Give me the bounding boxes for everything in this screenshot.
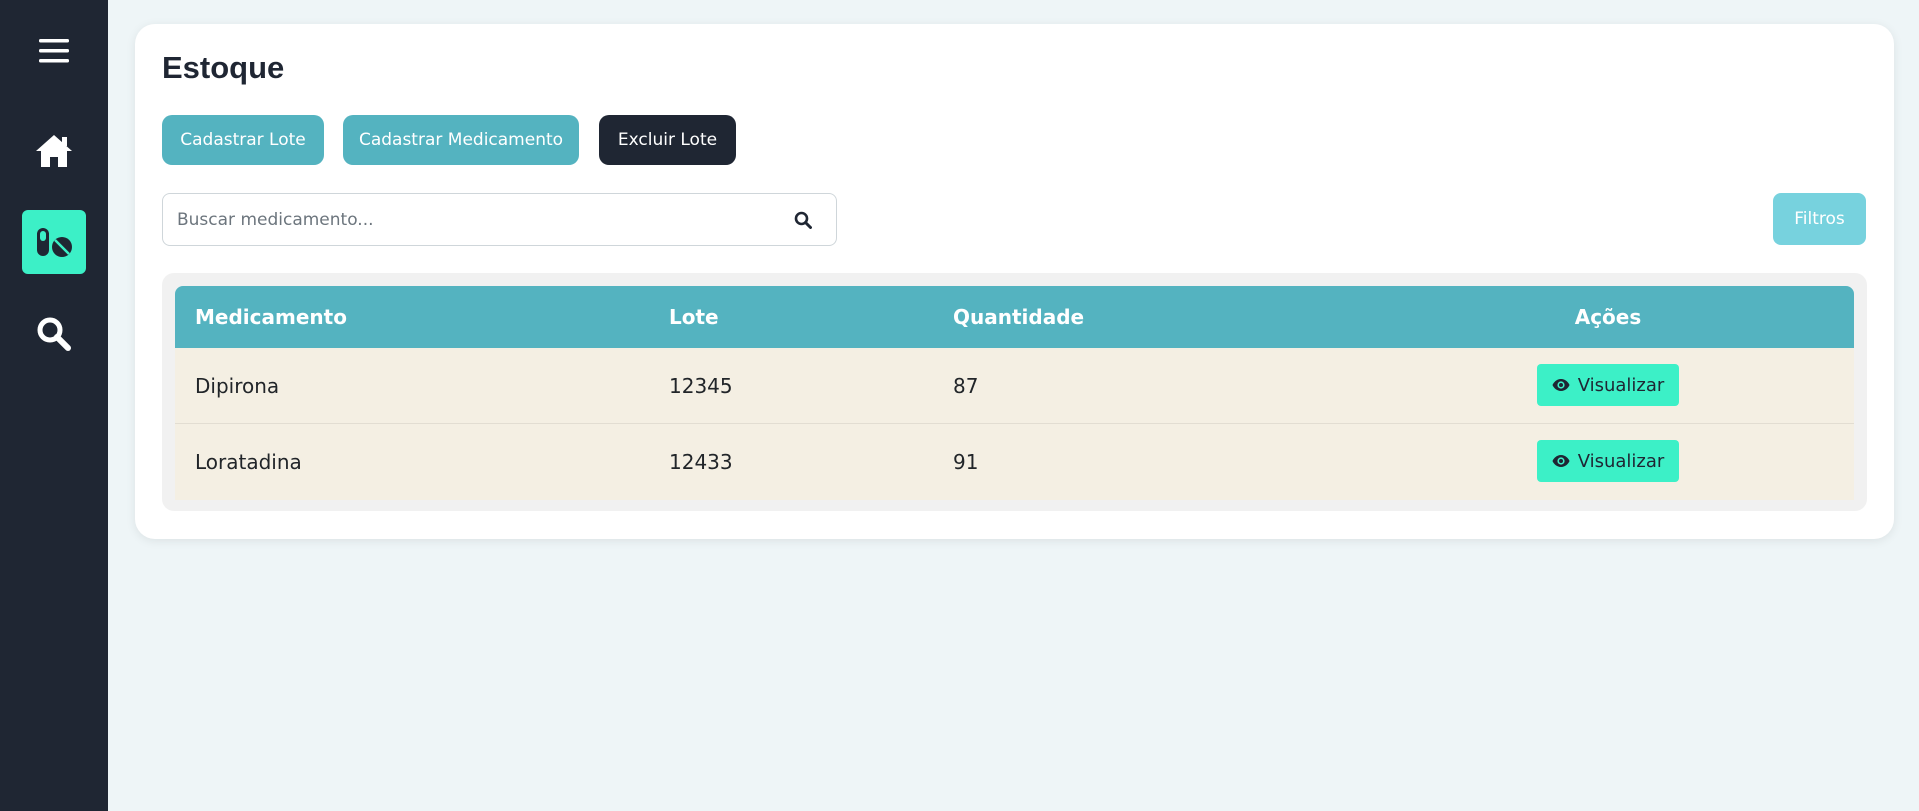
cell-lote: 12433 xyxy=(669,450,733,474)
cell-medicamento: Loratadina xyxy=(195,450,302,474)
home-icon xyxy=(36,135,72,167)
search-icon xyxy=(794,211,812,229)
column-header-acoes: Ações xyxy=(1574,305,1642,329)
cell-quantidade: 87 xyxy=(953,374,979,398)
cell-quantidade: 91 xyxy=(953,450,979,474)
filters-button[interactable]: Filtros xyxy=(1773,193,1866,245)
stock-card: Estoque Cadastrar Lote Cadastrar Medicam… xyxy=(135,24,1894,539)
pills-icon xyxy=(37,228,72,257)
table-row: Loratadina 12433 91 Visualizar xyxy=(175,424,1854,500)
sidebar xyxy=(0,0,108,811)
delete-batch-button[interactable]: Excluir Lote xyxy=(599,115,736,165)
stock-table: Medicamento Lote Quantidade Ações Dipiro… xyxy=(175,286,1854,500)
menu-icon xyxy=(39,39,69,63)
search-button[interactable] xyxy=(792,209,814,231)
view-button-label: Visualizar xyxy=(1577,450,1665,472)
eye-icon xyxy=(1552,379,1570,391)
sidebar-item-stock[interactable] xyxy=(22,210,86,274)
column-header-quantidade: Quantidade xyxy=(953,305,1085,329)
table-header: Medicamento Lote Quantidade Ações xyxy=(175,286,1854,348)
view-button[interactable]: Visualizar xyxy=(1537,440,1679,482)
page-title: Estoque xyxy=(162,50,285,85)
cell-lote: 12345 xyxy=(669,374,733,398)
search-input[interactable] xyxy=(164,195,764,244)
sidebar-item-search[interactable] xyxy=(22,302,86,366)
column-header-medicamento: Medicamento xyxy=(195,305,347,329)
view-button-label: Visualizar xyxy=(1577,374,1665,396)
register-medication-button[interactable]: Cadastrar Medicamento xyxy=(343,115,579,165)
search-box xyxy=(162,193,837,246)
search-icon xyxy=(37,317,71,351)
column-header-lote: Lote xyxy=(669,305,719,329)
view-button[interactable]: Visualizar xyxy=(1537,364,1679,406)
cell-medicamento: Dipirona xyxy=(195,374,280,398)
stock-table-container: Medicamento Lote Quantidade Ações Dipiro… xyxy=(162,273,1867,511)
eye-icon xyxy=(1552,455,1570,467)
sidebar-item-home[interactable] xyxy=(22,119,86,183)
register-batch-button[interactable]: Cadastrar Lote xyxy=(162,115,324,165)
table-row: Dipirona 12345 87 Visualizar xyxy=(175,348,1854,424)
menu-toggle-button[interactable] xyxy=(22,19,86,83)
